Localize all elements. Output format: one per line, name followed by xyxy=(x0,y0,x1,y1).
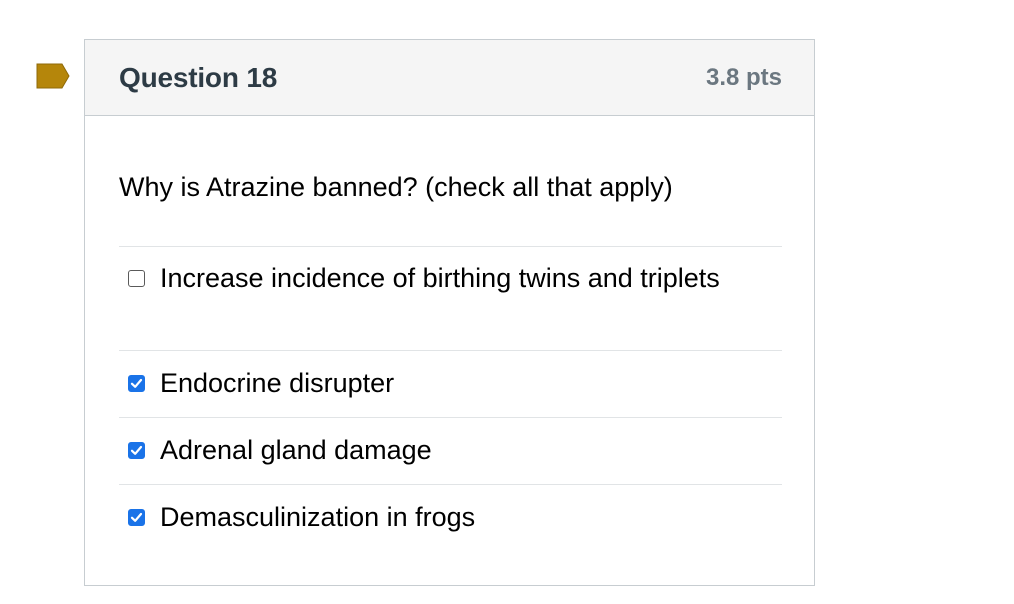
answer-option[interactable]: Adrenal gland damage xyxy=(119,417,782,484)
question-points: 3.8 pts xyxy=(705,63,782,91)
question-title: Question 18 xyxy=(119,61,278,93)
answer-label[interactable]: Increase incidence of birthing twins and… xyxy=(160,260,720,297)
checkbox-checked-icon[interactable] xyxy=(128,375,145,392)
answer-option[interactable]: Endocrine disrupter xyxy=(119,350,782,417)
answer-label[interactable]: Adrenal gland damage xyxy=(160,432,432,469)
flag-question-icon[interactable] xyxy=(36,63,70,89)
question-body: Why is Atrazine banned? (check all that … xyxy=(85,170,814,551)
checkbox-icon[interactable] xyxy=(128,270,145,287)
answer-label[interactable]: Endocrine disrupter xyxy=(160,365,394,402)
answer-option[interactable]: Demasculinization in frogs xyxy=(119,484,782,551)
question-card: Question 18 3.8 pts Why is Atrazine bann… xyxy=(84,39,815,586)
checkbox-checked-icon[interactable] xyxy=(128,442,145,459)
checkbox-checked-icon[interactable] xyxy=(128,509,145,526)
answer-list: Increase incidence of birthing twins and… xyxy=(119,246,782,551)
question-text: Why is Atrazine banned? (check all that … xyxy=(119,172,673,202)
question-header: Question 18 3.8 pts xyxy=(85,40,814,116)
answer-option[interactable]: Increase incidence of birthing twins and… xyxy=(119,246,782,350)
answer-label[interactable]: Demasculinization in frogs xyxy=(160,499,475,536)
